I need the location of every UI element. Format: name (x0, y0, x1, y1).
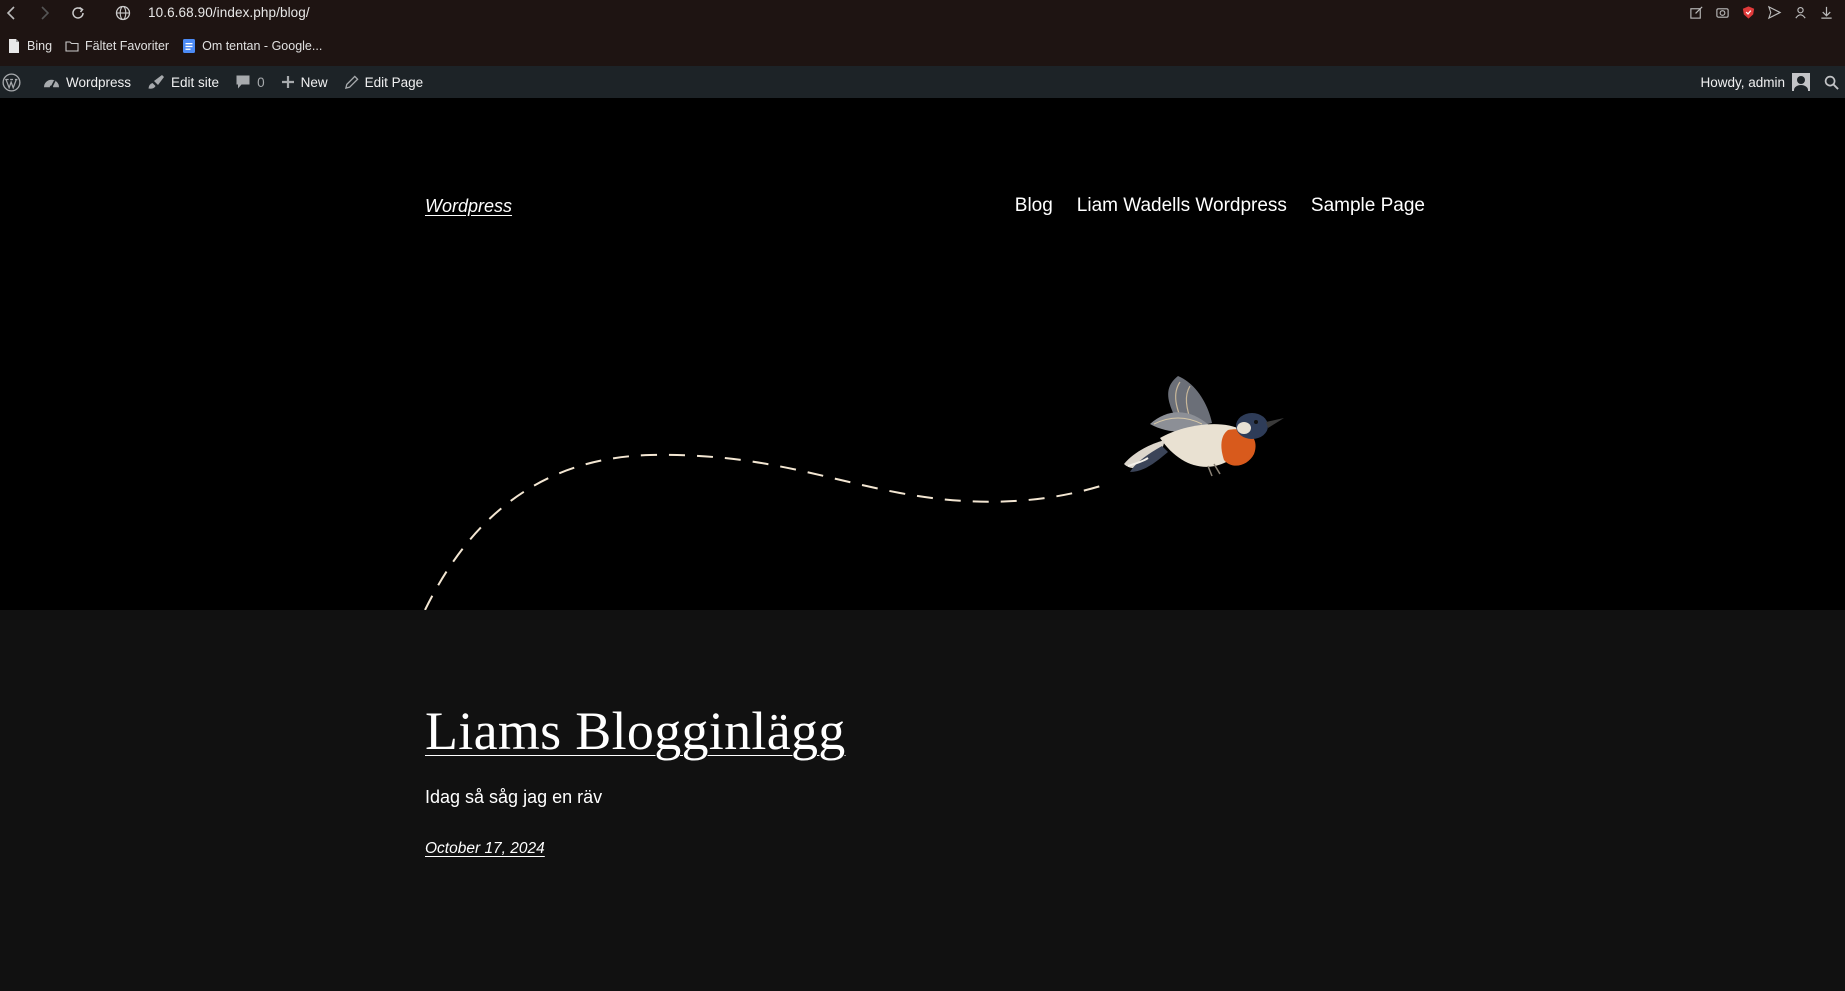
reload-icon[interactable] (68, 3, 88, 23)
admin-bar-secondary: Howdy, admin (1692, 66, 1845, 98)
hero-illustration (424, 376, 1284, 610)
bookmark-folder-favoriter[interactable]: Fältet Favoriter (65, 38, 169, 54)
site-name-menu[interactable]: Wordpress (35, 66, 139, 98)
bookmarks-bar: Bing Fältet Favoriter Om tentan - Google… (0, 34, 328, 58)
my-account-menu[interactable]: Howdy, admin (1692, 66, 1814, 98)
comment-bubble-icon (236, 75, 250, 89)
comments-count: 0 (257, 74, 265, 90)
edit-note-icon[interactable] (1687, 3, 1705, 21)
edit-page-link[interactable]: Edit Page (336, 66, 432, 98)
shield-icon[interactable] (1739, 3, 1757, 21)
page-icon (9, 39, 19, 53)
comments-link[interactable]: 0 (227, 66, 273, 98)
edit-site-link[interactable]: Edit site (139, 66, 227, 98)
bookmark-label: Om tentan - Google... (202, 39, 323, 53)
site-info-icon[interactable] (114, 4, 132, 22)
bookmark-bing[interactable]: Bing (7, 38, 52, 54)
wordpress-logo-icon (2, 72, 21, 92)
wp-admin-bar: Wordpress Edit site 0 New Edit Page Howd… (0, 66, 1845, 98)
folder-icon (65, 41, 79, 52)
avatar (1792, 73, 1810, 91)
brush-icon (148, 75, 165, 89)
post-date-link[interactable]: October 17, 2024 (425, 840, 545, 858)
post-title-link[interactable]: Liams Blogginlägg (425, 700, 846, 762)
dashed-flight-path (424, 453, 1111, 610)
wp-logo-menu[interactable] (0, 66, 35, 98)
browser-chrome: 10.6.68.90/index.php/blog/ Bing Fältet F… (0, 0, 1845, 66)
admin-search[interactable] (1814, 66, 1845, 98)
google-docs-icon (183, 39, 196, 53)
post-excerpt: Idag så såg jag en räv (425, 787, 603, 807)
browser-actions (1687, 3, 1835, 21)
bird-icon (1124, 376, 1284, 477)
site-name-label: Wordpress (66, 74, 132, 90)
profile-icon[interactable] (1791, 3, 1809, 21)
new-label: New (300, 74, 328, 90)
search-icon (1824, 75, 1839, 90)
howdy-label: Howdy, admin (1700, 74, 1785, 90)
forward-icon[interactable] (34, 3, 54, 23)
bookmark-om-tentan[interactable]: Om tentan - Google... (182, 38, 322, 54)
address-bar[interactable]: 10.6.68.90/index.php/blog/ (148, 5, 310, 20)
edit-page-label: Edit Page (364, 74, 424, 90)
site-header: Wordpress Blog Liam Wadells Wordpress Sa… (0, 98, 1845, 610)
dashboard-icon (44, 79, 59, 89)
new-content-menu[interactable]: New (273, 66, 336, 98)
send-icon[interactable] (1765, 3, 1783, 21)
download-icon[interactable] (1817, 3, 1835, 21)
edit-site-label: Edit site (171, 74, 220, 90)
plus-icon (281, 76, 294, 88)
screenshot-icon[interactable] (1713, 3, 1731, 21)
pencil-icon (344, 74, 359, 89)
back-icon[interactable] (2, 3, 22, 23)
bookmark-label: Bing (27, 39, 53, 53)
browser-toolbar: 10.6.68.90/index.php/blog/ (0, 0, 1845, 26)
bookmark-label: Fältet Favoriter (85, 39, 170, 53)
